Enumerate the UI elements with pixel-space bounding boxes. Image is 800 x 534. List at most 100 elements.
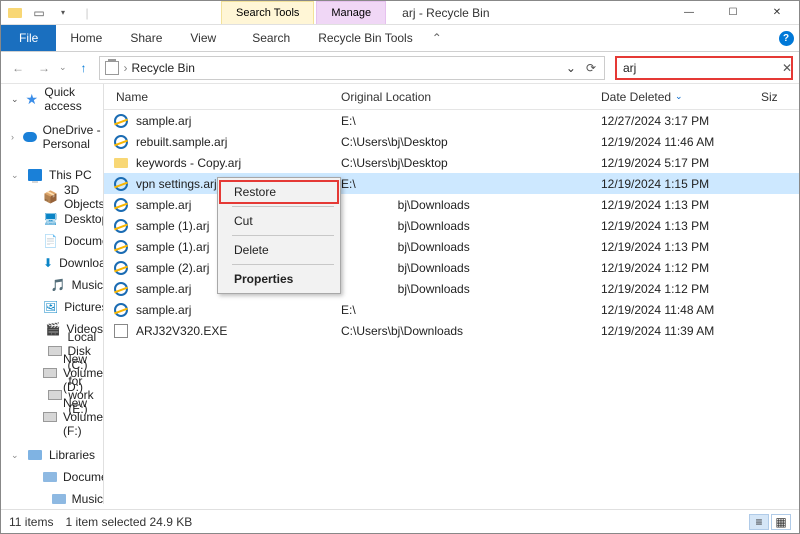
table-row[interactable]: keywords - Copy.arjC:\Users\bj\Desktop12… (104, 152, 799, 173)
home-tab[interactable]: Home (56, 25, 116, 51)
sidebar-item[interactable]: Music (1, 488, 103, 504)
table-row[interactable]: ARJ32V320.EXEC:\Users\bj\Downloads12/19/… (104, 320, 799, 341)
file-date: 12/19/2024 1:13 PM (601, 240, 781, 254)
sidebar-label: OneDrive - Personal (43, 123, 103, 151)
minimize-button[interactable]: — (667, 1, 711, 24)
context-menu-separator (232, 206, 334, 207)
sidebar-label: Quick access (44, 85, 103, 113)
context-menu-restore[interactable]: Restore (219, 180, 339, 204)
qat-separator: | (77, 3, 97, 23)
properties-icon[interactable]: ▭ (29, 3, 49, 23)
search-box[interactable]: ✕ (615, 56, 793, 80)
sidebar-item-label: Documents (64, 234, 104, 248)
file-name: keywords - Copy.arj (136, 156, 341, 170)
sidebar-item[interactable]: 📦3D Objects (1, 186, 103, 208)
file-name: rebuilt.sample.arj (136, 135, 341, 149)
window-title: arj - Recycle Bin (386, 1, 489, 24)
folder-icon: 📦 (43, 189, 58, 205)
sidebar-item[interactable]: Documents (1, 466, 103, 488)
sidebar-item-label: New Volume (F:) (63, 396, 103, 438)
file-origin: C:\Users\bj\Desktop (341, 135, 601, 149)
sidebar-item[interactable]: 🎵Music (1, 274, 103, 296)
chevron-right-icon[interactable]: › (11, 132, 17, 142)
icons-view-button[interactable]: ▦ (771, 514, 791, 530)
sidebar-item[interactable]: ⬇Downloads (1, 252, 103, 274)
history-dropdown-icon[interactable]: ⌄ (59, 62, 69, 73)
file-tab[interactable]: File (1, 25, 56, 51)
ie-icon (112, 217, 130, 235)
file-rows[interactable]: sample.arjE:\12/27/2024 3:17 PMrebuilt.s… (104, 110, 799, 504)
table-row[interactable]: rebuilt.sample.arjC:\Users\bj\Desktop12/… (104, 131, 799, 152)
file-origin: bj\Downloads (341, 261, 601, 275)
file-origin: C:\Users\bj\Downloads (341, 324, 601, 338)
status-bar: 11 items 1 item selected 24.9 KB ≡ ▦ (1, 509, 799, 533)
sidebar-libraries[interactable]: ⌄ Libraries (1, 444, 103, 466)
breadcrumb-location[interactable]: Recycle Bin (132, 61, 195, 75)
file-origin: bj\Downloads (341, 198, 601, 212)
breadcrumb[interactable]: › Recycle Bin ⌄ ⟳ (99, 56, 605, 80)
table-row[interactable]: sample (1).arj bj\Downloads12/19/2024 1:… (104, 215, 799, 236)
drive-icon (48, 343, 62, 359)
up-button[interactable]: ↑ (73, 57, 95, 79)
table-row[interactable]: vpn settings.arjE:\12/19/2024 1:15 PM (104, 173, 799, 194)
manage-tab[interactable]: Manage (316, 1, 386, 24)
window-controls: — ☐ ✕ (667, 1, 799, 24)
search-tools-tab[interactable]: Search Tools (221, 1, 314, 24)
search-input[interactable] (623, 61, 778, 75)
ie-icon (112, 301, 130, 319)
context-menu-cut[interactable]: Cut (220, 209, 338, 233)
sidebar-quick-access[interactable]: ⌄ ★ Quick access (1, 88, 103, 110)
qat-dropdown-icon[interactable]: ▾ (53, 3, 73, 23)
table-row[interactable]: sample.arjE:\12/19/2024 11:48 AM (104, 299, 799, 320)
sidebar-item[interactable]: New Volume (F:) (1, 406, 103, 428)
refresh-button[interactable]: ⟳ (586, 61, 600, 75)
forward-button[interactable]: → (33, 57, 55, 79)
table-row[interactable]: sample (2).arj bj\Downloads12/19/2024 1:… (104, 257, 799, 278)
table-row[interactable]: sample.arj bj\Downloads12/19/2024 1:12 P… (104, 278, 799, 299)
close-button[interactable]: ✕ (755, 1, 799, 24)
chevron-down-icon[interactable]: ⌄ (11, 170, 21, 181)
ie-icon (112, 280, 130, 298)
details-view-button[interactable]: ≡ (749, 514, 769, 530)
table-row[interactable]: sample.arjE:\12/27/2024 3:17 PM (104, 110, 799, 131)
table-row[interactable]: sample (1).arj bj\Downloads12/19/2024 1:… (104, 236, 799, 257)
back-button[interactable]: ← (7, 57, 29, 79)
column-name[interactable]: Name (104, 90, 329, 104)
search-tab[interactable]: Search (238, 25, 304, 51)
table-row[interactable]: sample.arj bj\Downloads12/19/2024 1:13 P… (104, 194, 799, 215)
sidebar-item[interactable]: 🖼Pictures (1, 296, 103, 318)
sidebar-onedrive[interactable]: › OneDrive - Personal (1, 126, 103, 148)
sidebar-label: Libraries (49, 448, 95, 462)
folder-icon: 📄 (43, 233, 58, 249)
sidebar-item[interactable]: 🖥Desktop (1, 208, 103, 230)
folder-icon[interactable] (5, 3, 25, 23)
column-original-location[interactable]: Original Location (329, 90, 589, 104)
column-size[interactable]: Siz (749, 90, 799, 104)
recycle-bin-tools-tab[interactable]: Recycle Bin Tools (304, 25, 427, 51)
help-button[interactable]: ? (773, 25, 799, 51)
chevron-down-icon[interactable]: ⌄ (11, 94, 19, 105)
file-origin: E:\ (341, 114, 601, 128)
view-tab[interactable]: View (176, 25, 230, 51)
clear-search-icon[interactable]: ✕ (778, 61, 796, 75)
context-menu-delete[interactable]: Delete (220, 238, 338, 262)
sidebar-item-label: Music (72, 278, 103, 292)
share-tab[interactable]: Share (116, 25, 176, 51)
sidebar-item[interactable]: 📄 Documents (1, 230, 103, 252)
contextual-tabs: Search Tools Manage (221, 1, 386, 24)
ribbon: File Home Share View Search Recycle Bin … (1, 25, 799, 52)
maximize-button[interactable]: ☐ (711, 1, 755, 24)
drive-icon (43, 365, 57, 381)
sidebar-item-label: Pictures (64, 300, 104, 314)
chevron-down-icon[interactable]: ⌄ (11, 450, 21, 461)
context-menu-properties[interactable]: Properties (220, 267, 338, 291)
file-date: 12/19/2024 11:39 AM (601, 324, 781, 338)
ribbon-collapse-icon[interactable]: ⌃ (427, 25, 453, 51)
navigation-pane[interactable]: ⌄ ★ Quick access › OneDrive - Personal ⌄… (1, 84, 104, 504)
address-dropdown-icon[interactable]: ⌄ (560, 61, 582, 75)
star-icon: ★ (25, 91, 38, 107)
ie-icon (112, 238, 130, 256)
chevron-right-icon[interactable]: › (124, 61, 128, 75)
column-date-label: Date Deleted (601, 90, 671, 104)
column-date-deleted[interactable]: Date Deleted ⌄ (589, 90, 749, 104)
